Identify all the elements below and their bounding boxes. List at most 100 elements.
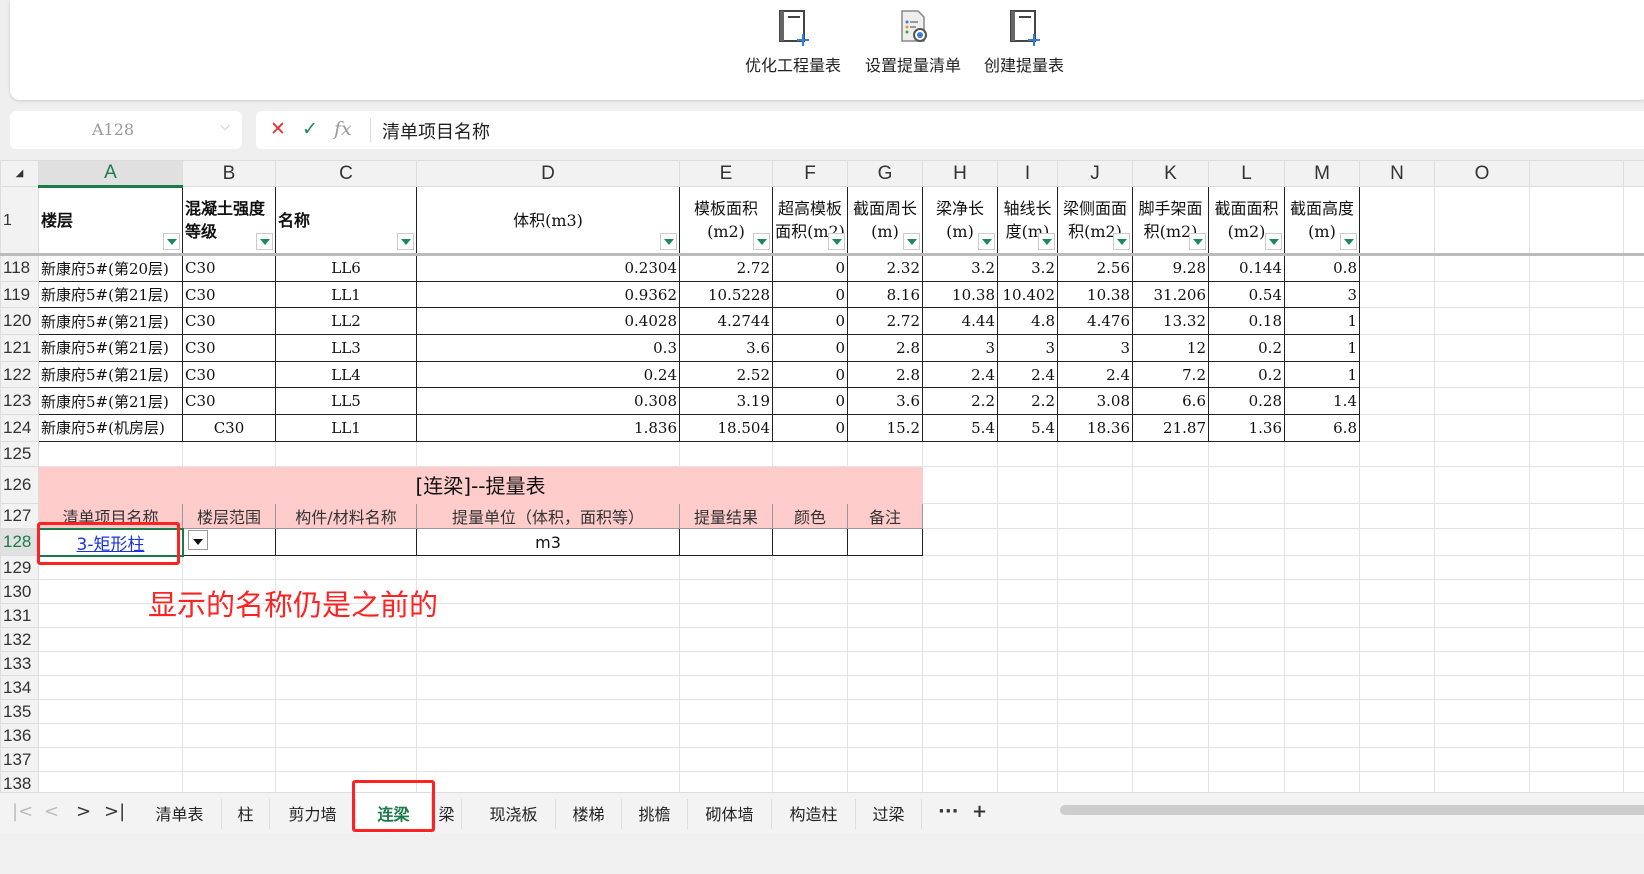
data-cell[interactable]: 5.4 bbox=[922, 414, 998, 442]
cell[interactable] bbox=[997, 651, 1058, 677]
cell[interactable] bbox=[275, 747, 417, 773]
data-cell[interactable]: 0.2304 bbox=[416, 254, 680, 282]
filter-dropdown-icon[interactable] bbox=[903, 233, 920, 250]
cell[interactable] bbox=[1434, 280, 1530, 309]
row-header[interactable]: 136 bbox=[0, 723, 39, 749]
cell[interactable] bbox=[1434, 414, 1530, 442]
cell[interactable] bbox=[1529, 280, 1624, 309]
cell[interactable] bbox=[416, 579, 680, 605]
data-cell[interactable]: 3.6 bbox=[847, 387, 923, 416]
data-cell[interactable]: 13.32 bbox=[1132, 307, 1209, 336]
cell[interactable] bbox=[1057, 465, 1133, 504]
cell[interactable] bbox=[1529, 254, 1624, 282]
cell[interactable] bbox=[847, 747, 923, 773]
row-header[interactable]: 130 bbox=[0, 579, 39, 605]
dropdown-arrow-icon[interactable] bbox=[187, 530, 208, 551]
data-cell[interactable]: 3.08 bbox=[1057, 387, 1133, 416]
cell[interactable] bbox=[1434, 465, 1530, 504]
cell[interactable] bbox=[1623, 555, 1644, 581]
tab-柱[interactable]: 柱 bbox=[222, 799, 270, 829]
filter-dropdown-icon[interactable] bbox=[1340, 233, 1357, 250]
cell[interactable] bbox=[1623, 699, 1644, 725]
horizontal-scrollbar[interactable] bbox=[1060, 805, 1644, 815]
cell[interactable] bbox=[922, 440, 998, 467]
row-header[interactable]: 123 bbox=[0, 387, 39, 416]
data-cell[interactable]: 0.18 bbox=[1208, 307, 1285, 336]
cell[interactable] bbox=[1284, 651, 1360, 677]
data-cell[interactable]: 0.9362 bbox=[416, 280, 680, 309]
set-quantity-list-button[interactable]: 设置提量清单 bbox=[865, 8, 961, 76]
cell[interactable] bbox=[1529, 440, 1624, 467]
cell[interactable] bbox=[1284, 699, 1360, 725]
cell[interactable] bbox=[1208, 699, 1285, 725]
cell[interactable] bbox=[679, 555, 773, 581]
more-tabs-icon[interactable]: ··· bbox=[938, 801, 959, 822]
cell[interactable] bbox=[1057, 699, 1133, 725]
cell[interactable] bbox=[1132, 651, 1209, 677]
row-header[interactable]: 118 bbox=[0, 254, 39, 282]
cell[interactable] bbox=[1359, 334, 1435, 362]
data-cell[interactable]: 18.36 bbox=[1057, 414, 1133, 442]
cell[interactable] bbox=[1057, 555, 1133, 581]
data-cell[interactable]: 0.308 bbox=[416, 387, 680, 416]
data-cell[interactable]: 3.19 bbox=[679, 387, 773, 416]
data-cell[interactable]: C30 bbox=[182, 360, 276, 389]
cell[interactable] bbox=[1132, 555, 1209, 581]
filter-dropdown-icon[interactable] bbox=[660, 233, 677, 250]
data-cell[interactable]: 0.24 bbox=[416, 360, 680, 389]
data-cell[interactable]: 3 bbox=[1284, 280, 1360, 309]
cell[interactable] bbox=[1434, 627, 1530, 653]
cell[interactable] bbox=[1284, 528, 1360, 557]
cell[interactable] bbox=[922, 579, 998, 605]
data-cell[interactable]: LL3 bbox=[275, 334, 417, 362]
cell[interactable] bbox=[1208, 579, 1285, 605]
cell[interactable] bbox=[1057, 747, 1133, 773]
cell[interactable] bbox=[1359, 387, 1435, 416]
cell[interactable] bbox=[1434, 675, 1530, 701]
data-cell[interactable]: 6.8 bbox=[1284, 414, 1360, 442]
cell[interactable] bbox=[1434, 502, 1530, 530]
cell[interactable] bbox=[1623, 747, 1644, 773]
remark-cell[interactable] bbox=[847, 528, 923, 557]
data-cell[interactable]: 新康府5#(第21层) bbox=[38, 360, 183, 389]
cell[interactable] bbox=[997, 603, 1058, 629]
column-header[interactable]: J bbox=[1057, 160, 1133, 187]
cell[interactable] bbox=[1434, 186, 1530, 256]
cell[interactable] bbox=[1359, 502, 1435, 530]
cell[interactable] bbox=[1623, 334, 1644, 362]
data-cell[interactable]: 3.2 bbox=[997, 254, 1058, 282]
column-header[interactable]: N bbox=[1359, 160, 1435, 187]
cell[interactable] bbox=[1359, 414, 1435, 442]
cell[interactable] bbox=[1623, 579, 1644, 605]
cell[interactable] bbox=[416, 675, 680, 701]
data-cell[interactable]: 5.4 bbox=[997, 414, 1058, 442]
cell[interactable] bbox=[1529, 723, 1624, 749]
data-cell[interactable]: 1 bbox=[1284, 334, 1360, 362]
cell[interactable] bbox=[679, 723, 773, 749]
data-cell[interactable]: 新康府5#(第21层) bbox=[38, 334, 183, 362]
row-header[interactable]: 137 bbox=[0, 747, 39, 773]
header-cell[interactable]: 模板面积(m2) bbox=[679, 186, 773, 256]
cell[interactable] bbox=[1284, 440, 1360, 467]
cell[interactable] bbox=[997, 627, 1058, 653]
cell[interactable] bbox=[922, 771, 998, 792]
cell[interactable] bbox=[38, 723, 183, 749]
cell[interactable] bbox=[922, 675, 998, 701]
filter-dropdown-icon[interactable] bbox=[753, 233, 770, 250]
cell[interactable] bbox=[1434, 360, 1530, 389]
cell[interactable] bbox=[1132, 579, 1209, 605]
data-cell[interactable]: 2.72 bbox=[679, 254, 773, 282]
cell[interactable] bbox=[1359, 280, 1435, 309]
data-cell[interactable]: LL5 bbox=[275, 387, 417, 416]
cell[interactable] bbox=[182, 555, 276, 581]
data-cell[interactable]: 4.44 bbox=[922, 307, 998, 336]
data-cell[interactable]: 0 bbox=[772, 280, 848, 309]
data-cell[interactable]: 2.32 bbox=[847, 254, 923, 282]
cell[interactable] bbox=[847, 603, 923, 629]
cell[interactable] bbox=[1434, 579, 1530, 605]
cell[interactable] bbox=[997, 528, 1058, 557]
cell[interactable] bbox=[1208, 465, 1285, 504]
column-header[interactable]: C bbox=[275, 160, 417, 187]
data-cell[interactable]: 2.72 bbox=[847, 307, 923, 336]
cell[interactable] bbox=[997, 771, 1058, 792]
